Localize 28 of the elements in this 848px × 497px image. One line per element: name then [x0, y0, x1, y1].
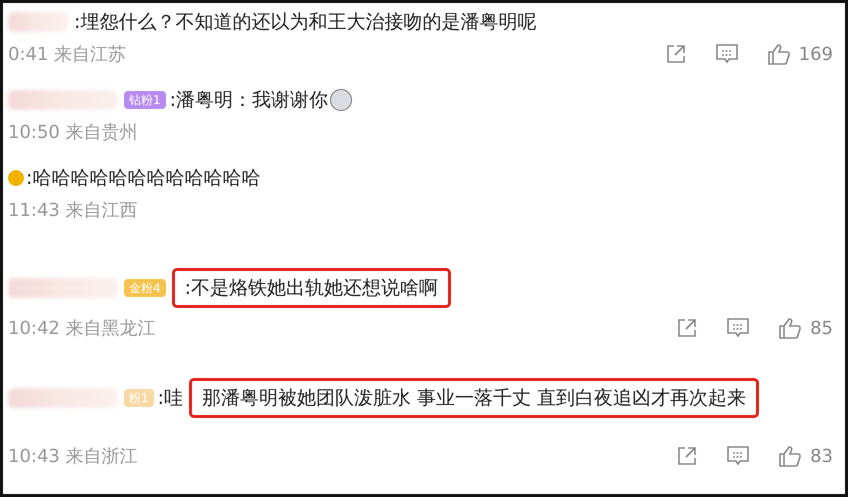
- like-count: 169: [798, 44, 833, 64]
- thumbs-up-icon[interactable]: [778, 316, 802, 340]
- comment-icon[interactable]: [714, 43, 739, 65]
- comment-time-location: 10:43 来自浙江: [8, 445, 138, 468]
- comment-time-location: 0:41 来自江苏: [8, 43, 126, 66]
- comment-time-location: 11:43 来自江西: [8, 199, 138, 222]
- fan-badge: 钻粉1: [124, 91, 166, 109]
- blurred-username: [8, 12, 68, 32]
- comment-text: :埋怨什么？不知道的还以为和王大治接吻的是潘粤明呢: [74, 10, 536, 35]
- comment-text: :哈哈哈哈哈哈哈哈哈哈哈哈: [26, 166, 260, 191]
- thumbs-up-icon[interactable]: [766, 42, 791, 66]
- like-count: 85: [810, 318, 833, 338]
- fan-badge: 粉1: [124, 389, 154, 407]
- comment-icon[interactable]: [726, 445, 750, 467]
- thumbs-up-icon[interactable]: [778, 444, 802, 468]
- comment-icon[interactable]: [726, 317, 750, 339]
- share-icon[interactable]: [676, 445, 698, 467]
- comment-text: :哇: [158, 386, 184, 411]
- like-count: 83: [810, 446, 833, 466]
- comment-text: :潘粤明：我谢谢你: [170, 88, 328, 113]
- highlighted-comment-text: 那潘粤明被她团队泼脏水 事业一落千丈 直到白夜追凶才再次起来: [189, 378, 760, 418]
- highlighted-comment-text: :不是烙铁她出轨她还想说啥啊: [172, 268, 452, 308]
- verified-icon: [8, 170, 24, 186]
- share-icon[interactable]: [676, 317, 698, 339]
- fan-badge: 金粉4: [124, 279, 166, 297]
- comment-time-location: 10:50 来自贵州: [8, 121, 138, 144]
- comment-time-location: 10:42 来自黑龙江: [8, 317, 156, 340]
- share-icon[interactable]: [664, 43, 687, 65]
